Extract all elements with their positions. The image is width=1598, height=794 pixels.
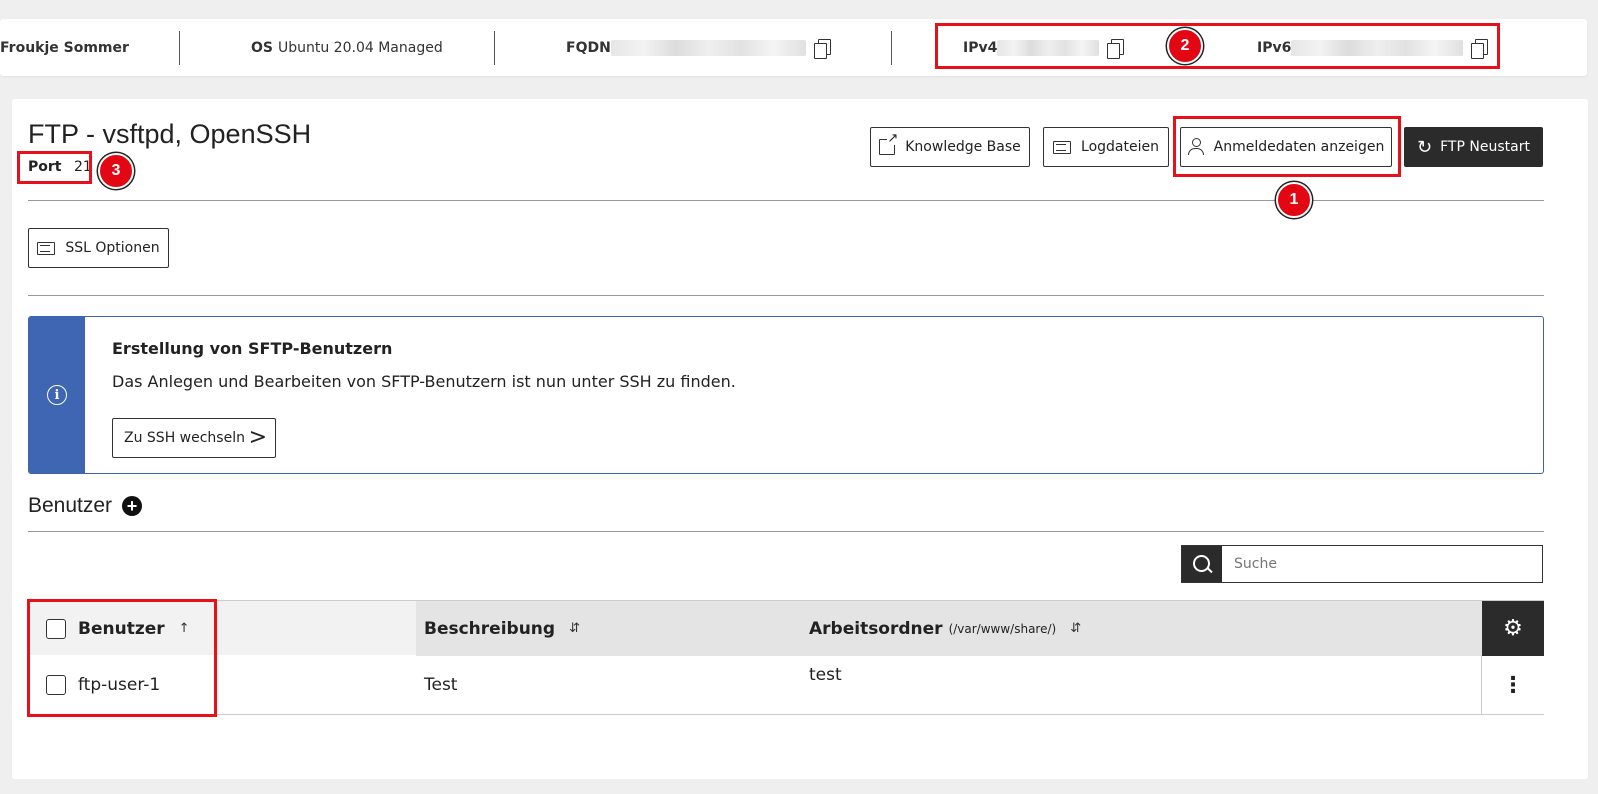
sort-icon: ⇵ — [569, 621, 580, 636]
users-heading: Benutzer — [28, 494, 113, 517]
header-user-label: Benutzer — [78, 618, 165, 639]
fqdn-label: FQDN — [566, 39, 611, 56]
os-label: OS — [251, 39, 273, 56]
info-title: Erstellung von SFTP-Benutzern — [112, 339, 393, 358]
ssl-options-button[interactable]: SSL Optionen — [28, 228, 169, 268]
knowledge-base-label: Knowledge Base — [905, 139, 1021, 155]
header-description[interactable]: Beschreibung ⇵ — [424, 601, 580, 656]
ipv6-label: IPv6 — [1257, 39, 1292, 56]
header-workdir[interactable]: Arbeitsordner (/var/www/share/) ⇵ — [809, 601, 1081, 656]
restart-icon: ↻ — [1417, 136, 1433, 158]
show-credentials-label: Anmeldedaten anzeigen — [1213, 139, 1385, 155]
divider — [891, 31, 892, 65]
header-user[interactable]: Benutzer ↑ — [46, 601, 190, 656]
logfiles-label: Logdateien — [1081, 139, 1159, 155]
port-label: Port — [28, 159, 62, 175]
divider — [28, 295, 1544, 296]
ipv4-info: IPv4 — [963, 19, 1125, 76]
divider — [28, 531, 1544, 532]
add-user-icon[interactable]: + — [122, 496, 143, 516]
copy-icon[interactable] — [1471, 38, 1489, 59]
chevron-right-icon: > — [248, 425, 267, 450]
show-credentials-button[interactable]: Anmeldedaten anzeigen — [1180, 127, 1392, 167]
table-row: ftp-user-1 Test test ⋮ — [28, 655, 1544, 715]
cell-user: ftp-user-1 — [46, 655, 160, 715]
ftp-restart-label: FTP Neustart — [1440, 139, 1530, 155]
divider — [494, 31, 495, 65]
server-info-bar: Froukje Sommer OS Ubuntu 20.04 Managed F… — [0, 19, 1587, 76]
ssl-options-label: SSL Optionen — [65, 240, 160, 256]
header-workdir-hint: (/var/www/share/) — [948, 621, 1057, 636]
switch-to-ssh-button[interactable]: Zu SSH wechseln > — [112, 418, 276, 458]
ftp-restart-button[interactable]: ↻ FTP Neustart — [1404, 127, 1543, 167]
cell-workdir: test — [809, 665, 842, 685]
search-input[interactable] — [1222, 546, 1542, 582]
logfiles-button[interactable]: Logdateien — [1043, 127, 1169, 167]
document-icon — [1053, 140, 1072, 154]
annotation-badge: 3 — [98, 153, 134, 189]
info-notice: i Erstellung von SFTP-Benutzern Das Anle… — [28, 316, 1544, 474]
ipv4-value-redacted — [997, 39, 1100, 56]
copy-icon[interactable] — [813, 38, 831, 59]
ftp-service-card: FTP - vsftpd, OpenSSH Port 21 Knowledge … — [12, 99, 1588, 779]
owner-name: Froukje Sommer — [0, 39, 129, 56]
select-all-checkbox[interactable] — [46, 618, 66, 639]
ipv4-label: IPv4 — [963, 39, 998, 56]
page-title: FTP - vsftpd, OpenSSH — [28, 119, 312, 149]
info-icon: i — [47, 385, 67, 405]
copy-icon[interactable] — [1107, 38, 1125, 59]
header-workdir-label: Arbeitsordner — [809, 618, 943, 639]
document-icon — [37, 241, 56, 255]
os-info: OS Ubuntu 20.04 Managed — [251, 19, 443, 76]
knowledge-base-button[interactable]: Knowledge Base — [870, 127, 1030, 167]
divider — [28, 200, 1544, 201]
annotation-badge: 2 — [1167, 28, 1203, 64]
user-name: ftp-user-1 — [78, 675, 161, 695]
user-icon — [1187, 138, 1204, 156]
ipv6-value-redacted — [1291, 39, 1464, 56]
search-icon[interactable] — [1182, 546, 1222, 582]
annotation-badge: 1 — [1276, 182, 1312, 218]
info-text: Das Anlegen und Bearbeiten von SFTP-Benu… — [112, 372, 736, 391]
port-info: Port 21 — [28, 159, 92, 175]
port-value: 21 — [73, 159, 92, 175]
info-strip: i — [29, 317, 85, 473]
gear-icon[interactable]: ⚙ — [1482, 601, 1544, 656]
os-value: Ubuntu 20.04 Managed — [277, 39, 443, 56]
fqdn-value-redacted — [610, 39, 806, 56]
header-description-label: Beschreibung — [424, 618, 556, 639]
sort-icon: ⇵ — [1070, 621, 1082, 636]
users-section-title: Benutzer + — [28, 494, 143, 518]
table-header: Benutzer ↑ Beschreibung ⇵ Arbeitsordner … — [28, 600, 1544, 656]
row-checkbox[interactable] — [46, 675, 66, 695]
external-link-icon — [879, 132, 899, 155]
cell-description: Test — [424, 675, 458, 695]
more-options-icon[interactable]: ⋮ — [1482, 655, 1544, 715]
search-box — [1181, 545, 1543, 583]
fqdn-info: FQDN — [566, 19, 831, 76]
arrow-up-icon: ↑ — [178, 621, 190, 636]
divider — [179, 31, 180, 65]
ipv6-info: IPv6 — [1257, 19, 1489, 76]
switch-to-ssh-label: Zu SSH wechseln — [124, 430, 245, 446]
